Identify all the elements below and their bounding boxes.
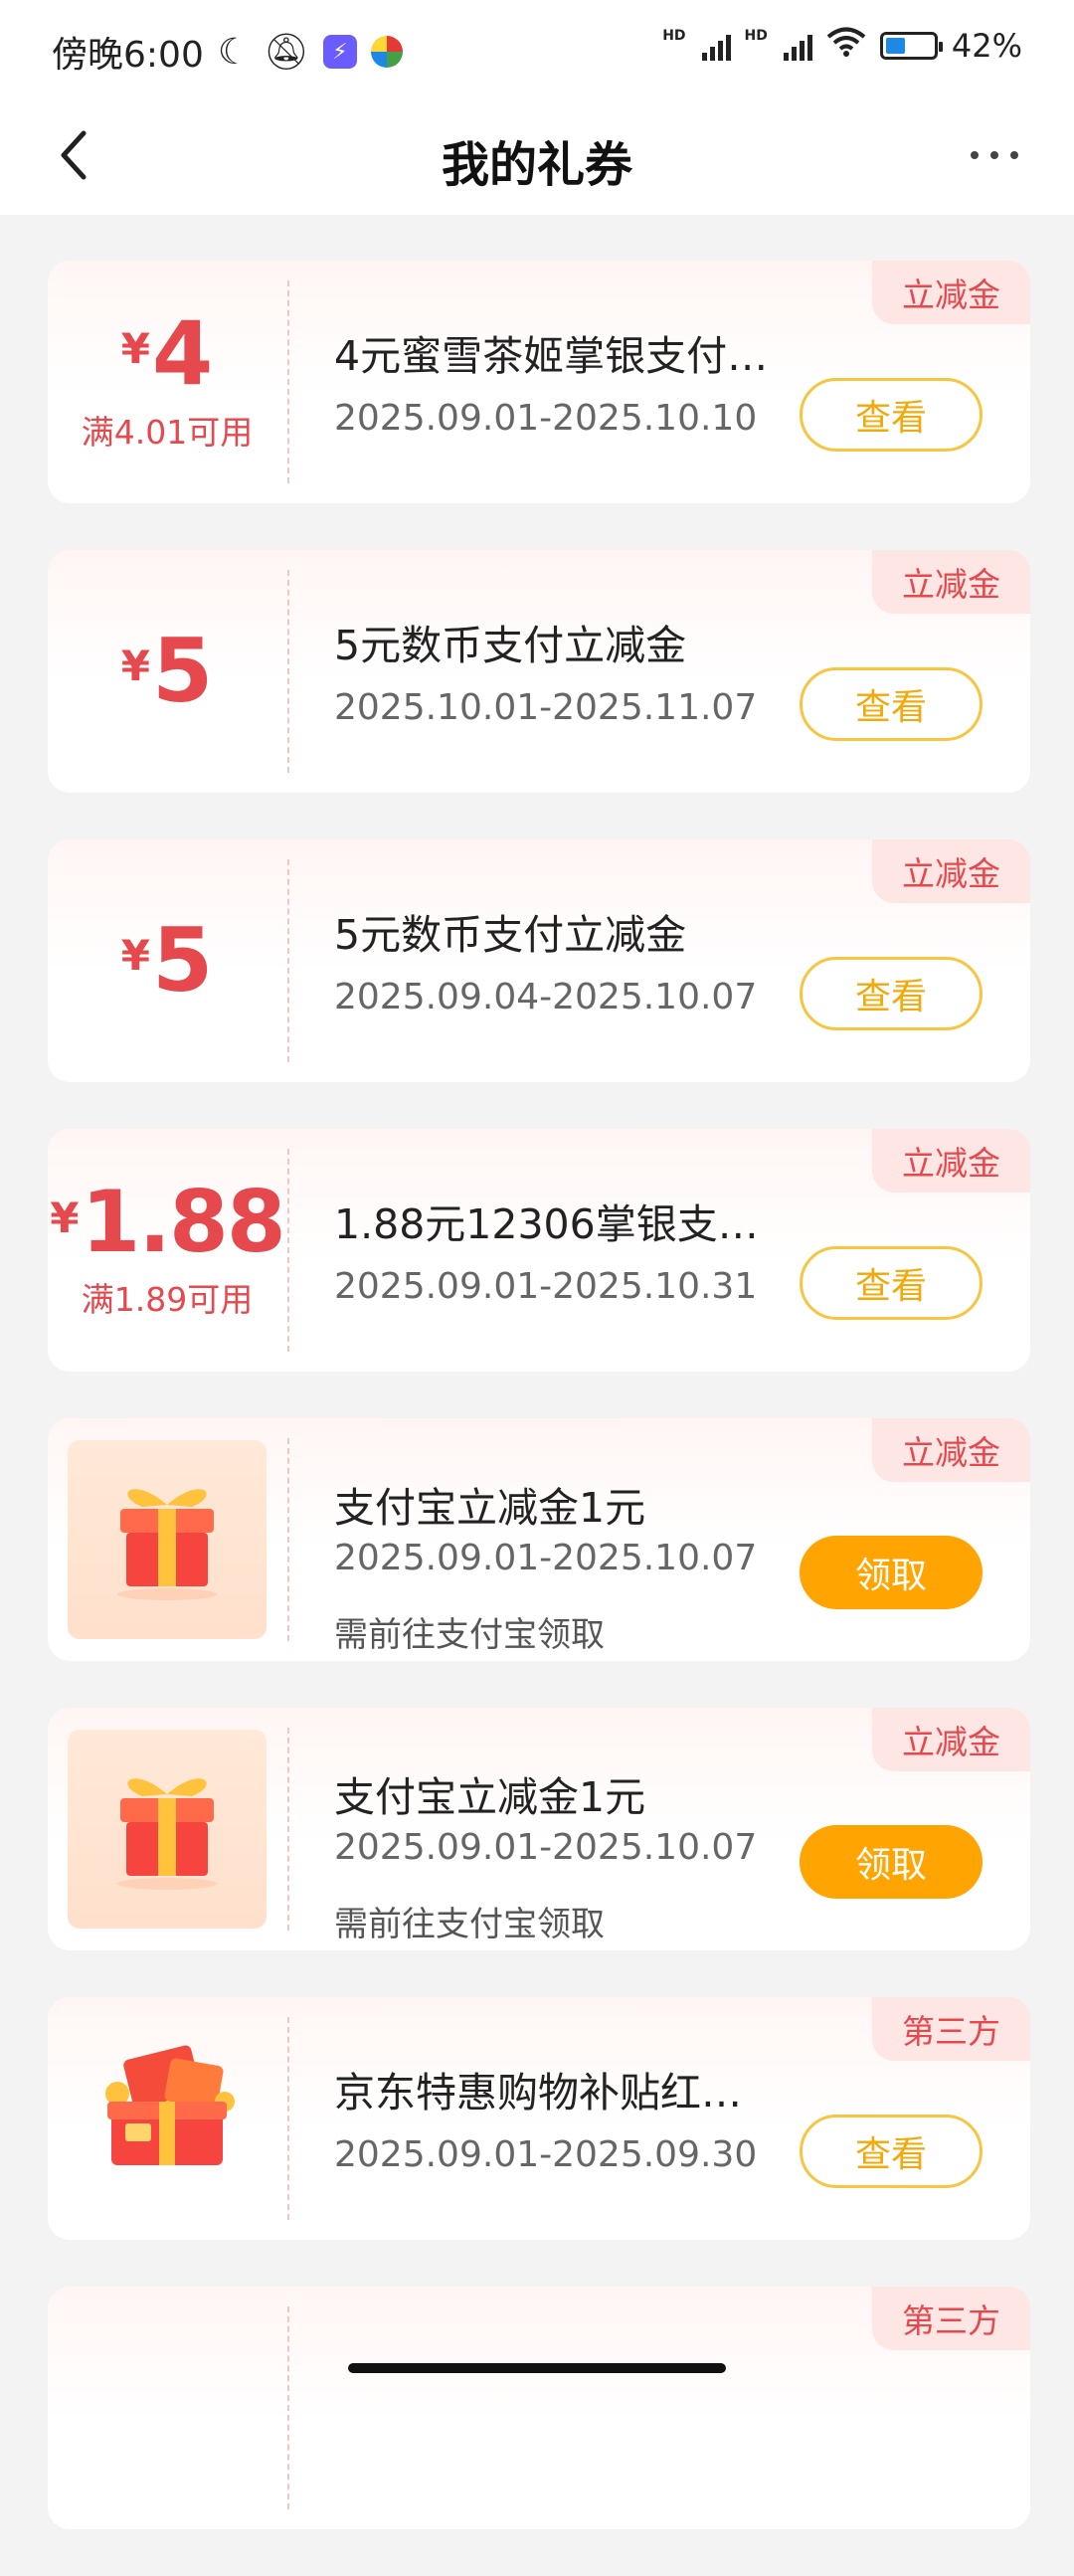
page-title: 我的礼券 xyxy=(441,137,632,193)
currency-symbol: ¥ xyxy=(50,1194,80,1242)
hd-label-2: HD xyxy=(744,28,768,44)
coupon-amount: 5 xyxy=(152,620,214,722)
coupon-title: 4元蜜雪茶姬掌银支付… xyxy=(334,332,769,380)
dashed-divider xyxy=(287,1728,289,1931)
coupon-validity: 2025.09.01-2025.10.10 xyxy=(334,398,758,439)
status-time: 傍晚6:00 xyxy=(52,35,204,76)
view-button[interactable]: 查看 xyxy=(800,1246,983,1320)
view-button[interactable]: 查看 xyxy=(800,2115,983,2188)
currency-symbol: ¥ xyxy=(120,324,150,373)
app-notification-icon: ⚡ xyxy=(322,35,357,69)
coupon-condition: 满1.89可用 xyxy=(81,1280,254,1319)
coupon-list: 立减金 ¥ 4 满4.01可用 4元蜜雪茶姬掌银支付… 2025.09.01-2… xyxy=(48,261,1030,2576)
coupon-condition: 满4.01可用 xyxy=(81,413,254,452)
gift-box-icon xyxy=(68,1440,267,1639)
claim-button[interactable]: 领取 xyxy=(800,1536,983,1609)
coupon-note: 需前往支付宝领取 xyxy=(334,1905,605,1944)
coupon-card[interactable]: 立减金 ¥ 5 5元数币支付立减金 2025.10.01-2025.11.07 … xyxy=(48,550,1030,793)
status-bar: 傍晚6:00 ☾ 🔕︎ ⚡ HD HD 42% xyxy=(0,0,1074,99)
coupon-type-tag: 第三方 xyxy=(872,1997,1030,2061)
dashed-divider xyxy=(287,859,289,1062)
moon-icon: ☾ xyxy=(217,31,251,73)
coupon-card[interactable]: 立减金 支付宝立减金1元 2025.09.01-2025.10.07 需前往支付… xyxy=(48,1418,1030,1661)
signal-icon xyxy=(701,31,731,61)
wifi-icon xyxy=(826,26,866,66)
coupon-title: 支付宝立减金1元 xyxy=(334,1484,646,1532)
coupon-validity: 2025.10.01-2025.11.07 xyxy=(334,687,758,728)
battery-percent: 42% xyxy=(951,27,1022,65)
coupon-amount: 5 xyxy=(152,909,214,1012)
coupon-card[interactable]: 立减金 ¥ 5 5元数币支付立减金 2025.09.04-2025.10.07 … xyxy=(48,839,1030,1082)
coupon-type-tag: 立减金 xyxy=(872,261,1030,324)
red-packet-box-icon xyxy=(78,2032,257,2205)
dashed-divider xyxy=(287,570,289,773)
currency-symbol: ¥ xyxy=(120,642,150,690)
more-options-button[interactable] xyxy=(955,125,1034,185)
coupon-validity: 2025.09.01-2025.10.07 xyxy=(334,1538,758,1578)
view-button[interactable]: 查看 xyxy=(800,667,983,741)
battery-icon xyxy=(879,32,943,60)
dashed-divider xyxy=(287,1149,289,1352)
coupon-amount: 1.88 xyxy=(81,1173,286,1272)
coupon-value-area: ¥ 1.88 满1.89可用 xyxy=(48,1129,286,1372)
coupon-value-area: ¥ 4 满4.01可用 xyxy=(48,261,286,503)
coupon-amount: 4 xyxy=(152,302,214,405)
coupon-validity: 2025.09.01-2025.10.31 xyxy=(334,1266,758,1307)
dashed-divider xyxy=(287,1438,289,1641)
signal-icon-2 xyxy=(783,31,812,61)
dashed-divider xyxy=(287,2306,289,2509)
coupon-card[interactable]: 立减金 ¥ 1.88 满1.89可用 1.88元12306掌银支… 2025.0… xyxy=(48,1129,1030,1372)
coupon-value-area: ¥ 5 xyxy=(48,550,286,793)
gift-box-icon xyxy=(68,1730,267,1929)
coupon-title: 支付宝立减金1元 xyxy=(334,1773,646,1821)
home-indicator[interactable] xyxy=(348,2363,726,2373)
coupon-title: 5元数币支付立减金 xyxy=(334,911,687,959)
coupon-card[interactable]: 第三方 京东特惠购物补贴红… 2025.09.01-2025.09.30 查看 xyxy=(48,1997,1030,2240)
coupon-type-tag: 立减金 xyxy=(872,839,1030,903)
claim-button[interactable]: 领取 xyxy=(800,1825,983,1899)
dashed-divider xyxy=(287,2017,289,2220)
coupon-card[interactable]: 第三方 xyxy=(48,2287,1030,2529)
coupon-validity: 2025.09.01-2025.10.07 xyxy=(334,1827,758,1868)
app-notification-icon-2 xyxy=(370,36,403,68)
coupon-type-tag: 立减金 xyxy=(872,1708,1030,1771)
coupon-type-tag: 立减金 xyxy=(872,1418,1030,1482)
coupon-card[interactable]: 立减金 支付宝立减金1元 2025.09.01-2025.10.07 需前往支付… xyxy=(48,1708,1030,1950)
bell-off-icon: 🔕︎ xyxy=(264,32,309,73)
coupon-validity: 2025.09.01-2025.09.30 xyxy=(334,2134,758,2175)
coupon-value-area: ¥ 5 xyxy=(48,839,286,1082)
coupon-title: 1.88元12306掌银支… xyxy=(334,1200,759,1248)
view-button[interactable]: 查看 xyxy=(800,378,983,452)
coupon-note: 需前往支付宝领取 xyxy=(334,1615,605,1655)
coupon-title: 京东特惠购物补贴红… xyxy=(334,2069,742,2116)
coupon-title: 5元数币支付立减金 xyxy=(334,622,687,669)
view-button[interactable]: 查看 xyxy=(800,957,983,1030)
coupon-type-tag: 第三方 xyxy=(872,2287,1030,2350)
currency-symbol: ¥ xyxy=(120,931,150,980)
coupon-validity: 2025.09.04-2025.10.07 xyxy=(334,977,758,1017)
hd-label: HD xyxy=(662,28,686,44)
coupon-type-tag: 立减金 xyxy=(872,1129,1030,1193)
coupon-card[interactable]: 立减金 ¥ 4 满4.01可用 4元蜜雪茶姬掌银支付… 2025.09.01-2… xyxy=(48,261,1030,503)
coupon-type-tag: 立减金 xyxy=(872,550,1030,614)
nav-bar: 我的礼券 xyxy=(0,99,1074,215)
dashed-divider xyxy=(287,280,289,483)
